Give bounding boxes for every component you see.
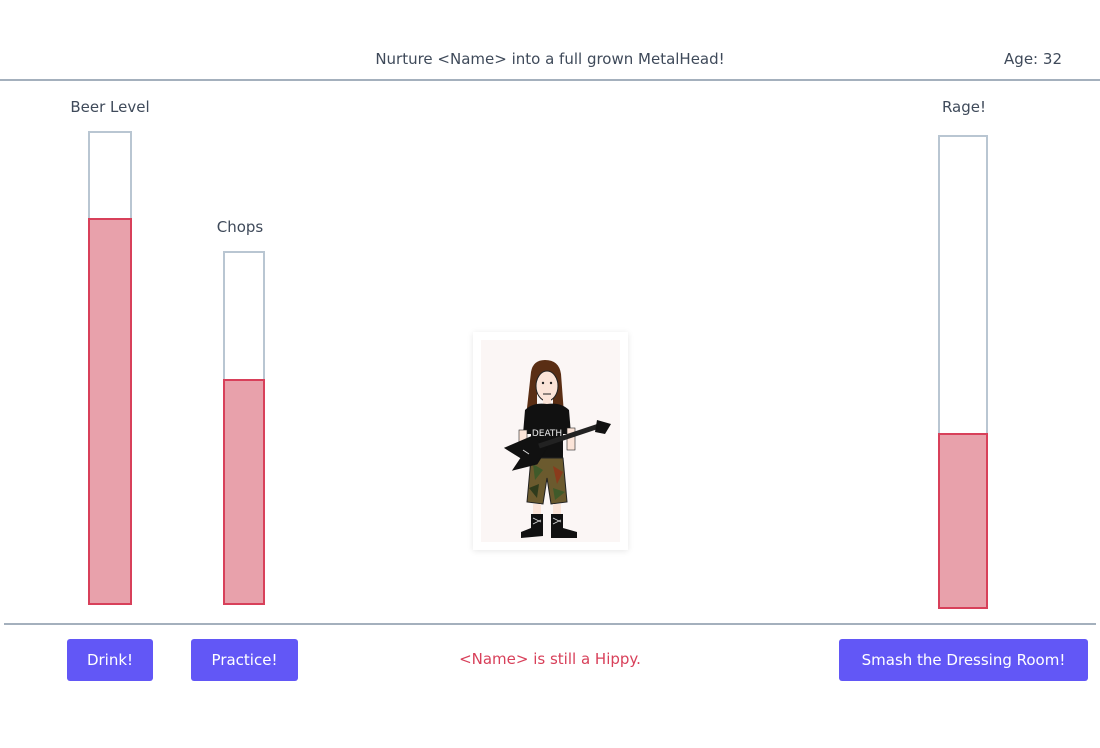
footer-divider [4,623,1096,625]
beer-meter-fill [88,217,132,605]
age-value: 32 [1042,50,1062,68]
metalhead-guitarist-icon: DEATH [481,340,620,542]
beer-meter [88,131,132,605]
chops-meter-label: Chops [216,218,264,236]
page-title: Nurture <Name> into a full grown MetalHe… [375,50,725,68]
rage-meter [938,135,988,609]
chops-meter-fill [223,379,265,605]
age-display: Age: 32 [1004,50,1062,68]
header-divider [0,79,1100,81]
rage-meter-fill [938,433,988,609]
age-label: Age: [1004,50,1039,68]
smash-dressing-room-button[interactable]: Smash the Dressing Room! [839,639,1088,681]
chops-meter [223,251,265,605]
character-portrait: DEATH [473,332,628,550]
beer-meter-label: Beer Level [70,98,150,116]
rage-meter-label: Rage! [941,98,987,116]
